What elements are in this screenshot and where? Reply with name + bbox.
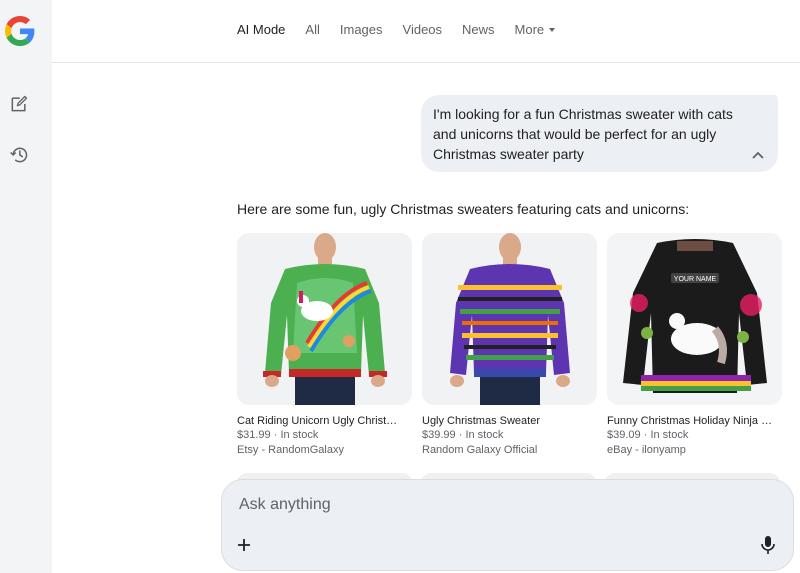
caret-down-icon [549, 27, 556, 32]
ask-input[interactable] [237, 495, 721, 515]
product-seller: Etsy - RandomGalaxy [237, 444, 344, 456]
answer-intro-text: Here are some fun, ugly Christmas sweate… [237, 201, 690, 217]
edit-icon [11, 95, 28, 112]
product-price-stock: $39.09 · In stock [607, 428, 782, 443]
user-message-bubble: I'm looking for a fun Christmas sweater … [421, 95, 778, 172]
product-title: Ugly Christmas Sweater [422, 415, 540, 427]
product-stock: In stock [280, 429, 319, 441]
new-chat-button[interactable] [6, 91, 32, 117]
chevron-up-icon[interactable] [750, 150, 766, 162]
tab-images[interactable]: Images [340, 22, 383, 37]
tab-ai-mode[interactable]: AI Mode [237, 22, 285, 37]
product-price-stock: $39.99 · In stock [422, 428, 597, 443]
product-image: YOUR NAME [607, 233, 782, 405]
left-rail [0, 0, 52, 573]
product-seller: eBay - ilonyamp [607, 444, 686, 456]
ask-composer [221, 479, 794, 571]
mic-icon[interactable] [759, 535, 777, 555]
user-message-text: I'm looking for a fun Christmas sweater … [433, 106, 733, 162]
search-tabs: AI Mode All Images Videos News More [237, 22, 556, 37]
history-icon [10, 147, 28, 163]
product-card[interactable]: YOUR NAME Funny Christmas Holiday Ninja … [607, 233, 782, 458]
plus-icon[interactable] [235, 536, 253, 554]
product-carousel: Cat Riding Unicorn Ugly Christmas Sweate… [237, 233, 782, 458]
product-price-stock: $31.99 · In stock [237, 428, 412, 443]
sweater-print-text: YOUR NAME [674, 276, 717, 283]
product-price: $39.99 [422, 429, 456, 441]
product-image [422, 233, 597, 405]
product-card[interactable]: Cat Riding Unicorn Ugly Christmas Sweate… [237, 233, 412, 458]
product-stock: In stock [650, 429, 689, 441]
tab-more[interactable]: More [515, 22, 556, 37]
tab-all[interactable]: All [305, 22, 319, 37]
ai-mode-page: AI Mode All Images Videos News More I'm … [0, 0, 800, 573]
tab-videos[interactable]: Videos [403, 22, 443, 37]
product-card[interactable]: Ugly Christmas Sweater $39.99 · In stock… [422, 233, 597, 458]
header-bar: AI Mode All Images Videos News More [52, 0, 800, 63]
product-stock: In stock [465, 429, 504, 441]
google-g-icon[interactable] [5, 16, 35, 46]
product-image [237, 233, 412, 405]
product-seller: Random Galaxy Official [422, 444, 538, 456]
tab-more-label: More [514, 22, 545, 37]
product-price: $31.99 [237, 429, 271, 441]
product-title: Cat Riding Unicorn Ugly Christmas Sweate… [237, 415, 405, 427]
history-button[interactable] [6, 142, 32, 168]
product-title: Funny Christmas Holiday Ninja Cat Unicor… [607, 415, 775, 427]
product-price: $39.09 [607, 429, 641, 441]
tab-news[interactable]: News [462, 22, 495, 37]
